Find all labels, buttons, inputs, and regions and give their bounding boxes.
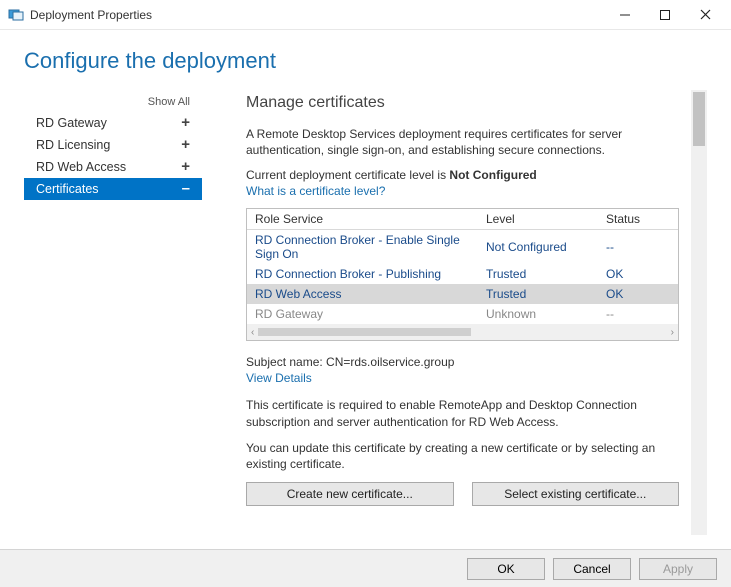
table-header-row: Role Service Level Status bbox=[247, 209, 678, 230]
sidebar: Show All RD Gateway + RD Licensing + RD … bbox=[24, 90, 202, 545]
col-role-header[interactable]: Role Service bbox=[255, 212, 486, 226]
table-horizontal-scrollbar[interactable]: ‹ › bbox=[247, 324, 678, 340]
vertical-scrollbar[interactable] bbox=[691, 90, 707, 535]
sidebar-item-rd-web-access[interactable]: RD Web Access + bbox=[24, 156, 202, 178]
scrollbar-thumb[interactable] bbox=[693, 92, 705, 146]
cert-level-status: Current deployment certificate level is … bbox=[246, 168, 679, 182]
app-icon bbox=[8, 7, 24, 23]
col-level-header[interactable]: Level bbox=[486, 212, 606, 226]
maximize-button[interactable] bbox=[645, 1, 685, 29]
apply-button[interactable]: Apply bbox=[639, 558, 717, 580]
certificates-table: Role Service Level Status RD Connection … bbox=[246, 208, 679, 341]
sidebar-item-label: Certificates bbox=[36, 182, 99, 196]
panel-intro: A Remote Desktop Services deployment req… bbox=[246, 126, 679, 158]
collapse-icon: – bbox=[182, 183, 190, 195]
scroll-right-icon[interactable]: › bbox=[671, 327, 674, 338]
cert-description-2: You can update this certificate by creat… bbox=[246, 440, 679, 472]
select-existing-certificate-button[interactable]: Select existing certificate... bbox=[472, 482, 680, 506]
sidebar-item-rd-licensing[interactable]: RD Licensing + bbox=[24, 134, 202, 156]
show-all-link[interactable]: Show All bbox=[24, 90, 202, 112]
cancel-button[interactable]: Cancel bbox=[553, 558, 631, 580]
sidebar-item-rd-gateway[interactable]: RD Gateway + bbox=[24, 112, 202, 134]
ok-button[interactable]: OK bbox=[467, 558, 545, 580]
window-title: Deployment Properties bbox=[30, 8, 605, 22]
titlebar: Deployment Properties bbox=[0, 0, 731, 30]
minimize-button[interactable] bbox=[605, 1, 645, 29]
sidebar-item-label: RD Licensing bbox=[36, 138, 110, 152]
expand-icon: + bbox=[181, 117, 190, 129]
what-is-cert-level-link[interactable]: What is a certificate level? bbox=[246, 184, 679, 198]
scroll-left-icon[interactable]: ‹ bbox=[251, 327, 254, 338]
subject-name: Subject name: CN=rds.oilservice.group bbox=[246, 355, 679, 369]
cert-description-1: This certificate is required to enable R… bbox=[246, 397, 679, 429]
view-details-link[interactable]: View Details bbox=[246, 371, 679, 385]
scrollbar-thumb[interactable] bbox=[258, 328, 470, 336]
table-row[interactable]: RD Gateway Unknown -- bbox=[247, 304, 678, 324]
col-status-header[interactable]: Status bbox=[606, 212, 670, 226]
expand-icon: + bbox=[181, 139, 190, 151]
certificates-panel: Manage certificates A Remote Desktop Ser… bbox=[218, 90, 687, 506]
close-button[interactable] bbox=[685, 1, 725, 29]
sidebar-item-label: RD Gateway bbox=[36, 116, 107, 130]
table-row[interactable]: RD Connection Broker - Publishing Truste… bbox=[247, 264, 678, 284]
expand-icon: + bbox=[181, 161, 190, 173]
page-heading: Configure the deployment bbox=[24, 48, 707, 74]
dialog-footer: OK Cancel Apply bbox=[0, 549, 731, 587]
panel-title: Manage certificates bbox=[246, 94, 679, 112]
create-new-certificate-button[interactable]: Create new certificate... bbox=[246, 482, 454, 506]
table-row[interactable]: RD Connection Broker - Enable Single Sig… bbox=[247, 230, 678, 264]
sidebar-item-certificates[interactable]: Certificates – bbox=[24, 178, 202, 200]
sidebar-item-label: RD Web Access bbox=[36, 160, 126, 174]
table-row[interactable]: RD Web Access Trusted OK bbox=[247, 284, 678, 304]
